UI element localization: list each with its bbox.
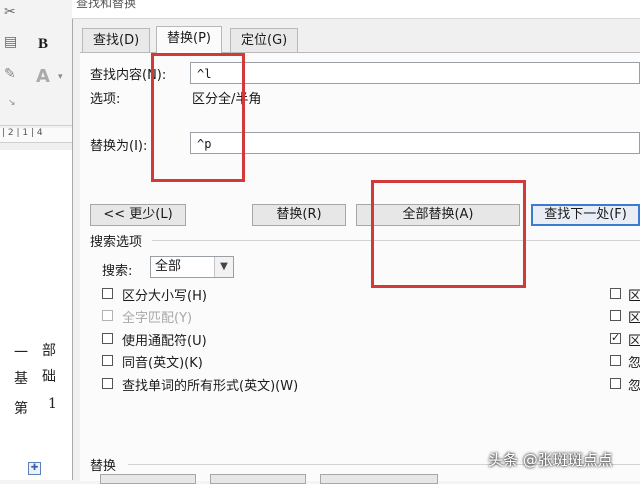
- special-button[interactable]: [210, 474, 306, 484]
- checkbox-box[interactable]: [610, 355, 621, 366]
- dropdown-arrow-icon[interactable]: ▾: [58, 72, 63, 82]
- clipboard-launcher-icon[interactable]: ↘: [8, 98, 16, 108]
- checkbox-box[interactable]: [610, 310, 621, 321]
- checkbox-box[interactable]: [610, 378, 621, 389]
- checkbox-label: 同音(英文)(K): [122, 356, 203, 371]
- dialog-titlebar[interactable]: 查找和替换: [72, 0, 640, 19]
- tab-replace[interactable]: 替换(P): [156, 26, 222, 53]
- doc-text: 础: [42, 369, 56, 385]
- table-move-handle-icon[interactable]: ✚: [28, 462, 41, 475]
- find-next-button[interactable]: 查找下一处(F): [531, 204, 640, 226]
- search-direction-label: 搜索:: [102, 264, 133, 279]
- checkbox-label: 区: [628, 334, 640, 349]
- search-direction-value: 全部: [155, 259, 182, 274]
- checkbox-label: 全字匹配(Y): [122, 311, 193, 326]
- checkbox-label: 查找单词的所有形式(英文)(W): [122, 379, 299, 394]
- format-painter-icon[interactable]: ✎: [4, 66, 16, 82]
- highlight-box-replace-all: [371, 180, 526, 288]
- ruler-labels: | 2 | 1 | 4: [2, 128, 43, 138]
- search-direction-select[interactable]: 全部 ▼: [150, 256, 234, 278]
- replace-section-title: 替换: [90, 459, 117, 474]
- bold-button[interactable]: B: [38, 36, 48, 53]
- checkbox-box[interactable]: [610, 288, 621, 299]
- checkbox-label: 区: [628, 311, 640, 326]
- cut-icon[interactable]: ✂: [4, 4, 16, 20]
- replace-with-input[interactable]: ^p: [190, 132, 640, 154]
- replace-with-label: 替换为(I):: [90, 139, 148, 154]
- document-page: 一 部 基 础 第 1 ✚: [0, 150, 72, 480]
- doc-text: 第: [14, 401, 28, 417]
- font-color-button[interactable]: A: [36, 66, 50, 87]
- watermark-text: 头条 @张斑斑点点: [488, 451, 613, 469]
- checkbox-box[interactable]: [610, 331, 621, 344]
- ribbon: ✂ ▤ B ✎ A ▾ ↘: [0, 0, 72, 126]
- doc-text: 部: [42, 343, 56, 359]
- checkbox-label: 使用通配符(U): [122, 334, 207, 349]
- dialog-title: 查找和替换: [76, 0, 137, 10]
- format-button[interactable]: [100, 474, 196, 484]
- checkbox-box[interactable]: [102, 333, 113, 344]
- replace-button[interactable]: 替换(R): [252, 204, 346, 226]
- less-button[interactable]: << 更少(L): [90, 204, 186, 226]
- chevron-down-icon[interactable]: ▼: [214, 257, 233, 277]
- checkbox-label: 忽: [628, 356, 640, 371]
- tab-goto[interactable]: 定位(G): [230, 28, 299, 53]
- checkbox-box[interactable]: [102, 288, 113, 299]
- doc-text: 基: [14, 371, 28, 387]
- options-label: 选项:: [90, 92, 121, 107]
- checkbox-box[interactable]: [102, 310, 113, 321]
- checkbox-box[interactable]: [102, 378, 113, 389]
- checkbox-label: 区: [628, 289, 640, 304]
- tab-find[interactable]: 查找(D): [82, 28, 151, 53]
- checkbox-box[interactable]: [102, 355, 113, 366]
- checkbox-label: 忽: [628, 379, 640, 394]
- checkbox-label: 区分大小写(H): [122, 289, 207, 304]
- paste-icon[interactable]: ▤: [4, 34, 17, 50]
- doc-text: 1: [48, 396, 57, 412]
- highlight-box-fields: [151, 53, 245, 182]
- search-options-title: 搜索选项: [90, 235, 143, 250]
- ruler: | 2 | 1 | 4: [0, 128, 72, 143]
- no-formatting-button[interactable]: [320, 474, 438, 484]
- doc-text: 一: [14, 345, 28, 361]
- find-what-input[interactable]: ^l: [190, 62, 640, 84]
